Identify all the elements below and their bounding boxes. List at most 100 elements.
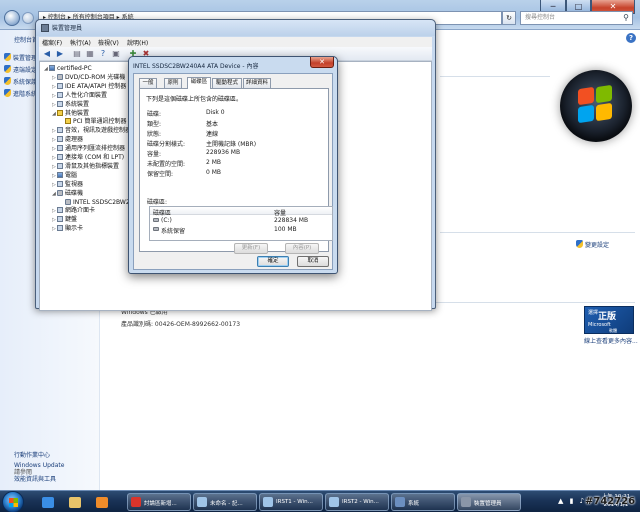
pinned-app[interactable]: [90, 494, 114, 511]
tree-item[interactable]: ▷ 監視器: [52, 180, 83, 189]
drive-icon: [153, 227, 159, 231]
pinned-app[interactable]: [63, 494, 87, 511]
volume-properties-button[interactable]: 內容(P): [285, 243, 319, 254]
tree-item-label: 網路介面卡: [65, 207, 96, 215]
menu-view[interactable]: 檢視(V): [98, 38, 119, 47]
tree-item[interactable]: ▷ 網路介面卡: [52, 207, 95, 215]
search-icon[interactable]: ⚲: [623, 13, 629, 23]
taskbar-button-label: 裝置管理員: [474, 501, 502, 507]
list-item[interactable]: (C:) 228834 MB: [150, 216, 332, 224]
taskbar-button[interactable]: IRST1 - Win...: [259, 493, 323, 511]
menu-file[interactable]: 檔案(F): [42, 38, 62, 47]
taskbar-button[interactable]: IRST2 - Win...: [325, 493, 389, 511]
back-arrow-icon[interactable]: [4, 10, 20, 26]
taskbar: 討論區新增... 未命名 - 記... IRST1 - Win... IRST2 - …: [0, 490, 640, 512]
tree-item-label: 連接埠 (COM 和 LPT): [65, 154, 125, 161]
ok-button[interactable]: 確定: [257, 256, 289, 267]
volumes-list-header: 磁碟區 容量: [150, 207, 332, 217]
taskbar-button[interactable]: 裝置管理員: [457, 493, 521, 511]
pinned-app[interactable]: [36, 494, 60, 511]
tab-details[interactable]: 詳細資料: [243, 78, 271, 88]
tree-item[interactable]: ◢ 其他裝置: [52, 109, 89, 118]
tab-driver[interactable]: 驅動程式: [212, 78, 242, 88]
see-also-action-center[interactable]: 行動作業中心: [14, 450, 50, 459]
tree-item-label: 處理器: [65, 136, 84, 144]
search-input[interactable]: 搜尋控制台 ⚲: [520, 11, 633, 25]
tree-item[interactable]: ◢ certified-PC: [44, 65, 92, 73]
volume-size: 100 MB: [274, 226, 297, 233]
volumes-list[interactable]: 磁碟區 容量 (C:) 228834 MB 系統保留 100 MB: [149, 206, 333, 241]
reserved-value: 0 MB: [206, 169, 222, 176]
tree-item[interactable]: ▷ 顯示卡: [52, 225, 83, 233]
tree-item[interactable]: ▷ 系統裝置: [52, 100, 89, 109]
tab-volumes[interactable]: 磁碟區: [187, 77, 211, 89]
sidebar-item-system-protection[interactable]: 系統保護: [4, 77, 37, 86]
disk-properties-dialog: INTEL SSDSC2BW240A4 ATA Device - 內容 ✕ 一般…: [128, 56, 338, 274]
populate-button[interactable]: 更新(F): [234, 243, 268, 254]
forward-arrow-icon[interactable]: [22, 12, 34, 24]
taskbar-button-label: 未命名 - 記...: [210, 501, 243, 507]
tree-item-label: DVD/CD-ROM 光碟機: [65, 73, 126, 81]
help-icon[interactable]: ?: [98, 49, 108, 59]
taskbar-button[interactable]: 討論區新增...: [127, 493, 191, 511]
scan-icon[interactable]: ▣: [111, 49, 121, 59]
tree-item-label: 顯示卡: [65, 225, 84, 233]
tree-item[interactable]: ▷ 電腦: [52, 171, 77, 180]
app-icon: [395, 497, 405, 507]
device-manager-icon: [41, 24, 49, 32]
tree-item[interactable]: ◢ 磁碟機: [52, 189, 83, 198]
start-button[interactable]: [2, 491, 24, 512]
tree-item[interactable]: ▷ 處理器: [52, 136, 83, 144]
device-manager-titlebar[interactable]: 裝置管理員: [36, 20, 435, 36]
tree-item[interactable]: ▷ 音效，視訊及遊戲控制器: [52, 127, 131, 135]
tab-policies[interactable]: 原則: [164, 78, 182, 88]
genuine-badge-text: 選擇: [588, 310, 599, 316]
drive-icon: [153, 218, 159, 222]
device-category-icon: [57, 82, 63, 89]
tree-item[interactable]: ▷ 鍵盤: [52, 216, 77, 224]
tree-item[interactable]: ▷ 通用序列匯流排控制器: [52, 145, 125, 153]
app-icon: [329, 497, 339, 507]
shield-icon: [4, 65, 11, 73]
menu-help[interactable]: 說明(H): [127, 38, 148, 47]
dialog-close-button[interactable]: ✕: [310, 57, 334, 68]
notification-area-icons[interactable]: ▲ ▮ ♪: [558, 497, 586, 505]
view-icon[interactable]: ▤: [72, 49, 82, 59]
see-also-performance[interactable]: 效能資訊與工具: [14, 474, 56, 483]
volume-name: (C:): [161, 217, 172, 224]
cancel-button[interactable]: 取消: [297, 256, 329, 267]
tree-item-label: 鍵盤: [65, 216, 78, 224]
menu-action[interactable]: 執行(A): [70, 38, 91, 47]
taskbar-button[interactable]: 系統: [391, 493, 455, 511]
change-settings-link[interactable]: 變更設定: [576, 240, 609, 249]
tree-item-label: 人性化介面裝置: [65, 91, 108, 99]
back-icon[interactable]: ◀: [42, 49, 52, 59]
device-category-icon: [49, 65, 55, 71]
explorer-icon: [69, 497, 81, 508]
help-icon[interactable]: ?: [626, 33, 636, 43]
tree-item[interactable]: ▷ IDE ATA/ATAPI 控制器: [52, 82, 126, 91]
windows-flag-icon: [9, 503, 18, 507]
tree-item-label: 通用序列匯流排控制器: [65, 145, 126, 153]
learn-more-online-link[interactable]: 線上查看更多內容...: [584, 336, 638, 345]
list-item[interactable]: 系統保留 100 MB: [150, 225, 332, 235]
tree-item[interactable]: ▷ 滑鼠及其他指標裝置: [52, 162, 119, 171]
sidebar-item-remote-settings[interactable]: 遠端設定: [4, 65, 37, 74]
properties-icon[interactable]: ▦: [85, 49, 95, 59]
taskbar-button[interactable]: 未命名 - 記...: [193, 493, 257, 511]
see-also-windows-update[interactable]: Windows Update: [14, 462, 64, 469]
tree-item[interactable]: ▷ DVD/CD-ROM 光碟機: [52, 73, 126, 82]
tree-item[interactable]: ▷ 連接埠 (COM 和 LPT): [52, 154, 124, 162]
genuine-badge-text: 軟體: [609, 328, 617, 333]
windows-logo: [560, 70, 632, 142]
refresh-button[interactable]: ↻: [502, 11, 516, 25]
watermark: #742726: [585, 496, 636, 507]
app-icon: [263, 497, 273, 507]
tab-general[interactable]: 一般: [139, 78, 157, 88]
tree-item[interactable]: ▷ 人性化介面裝置: [52, 91, 108, 100]
genuine-microsoft-badge[interactable]: 選擇 正版 Microsoft 軟體: [584, 306, 634, 334]
disk-label: 磁碟:: [147, 111, 162, 118]
tree-item[interactable]: PCI 簡單通訊控制器: [60, 118, 127, 126]
forward-icon[interactable]: ▶: [55, 49, 65, 59]
device-category-icon: [57, 127, 63, 134]
